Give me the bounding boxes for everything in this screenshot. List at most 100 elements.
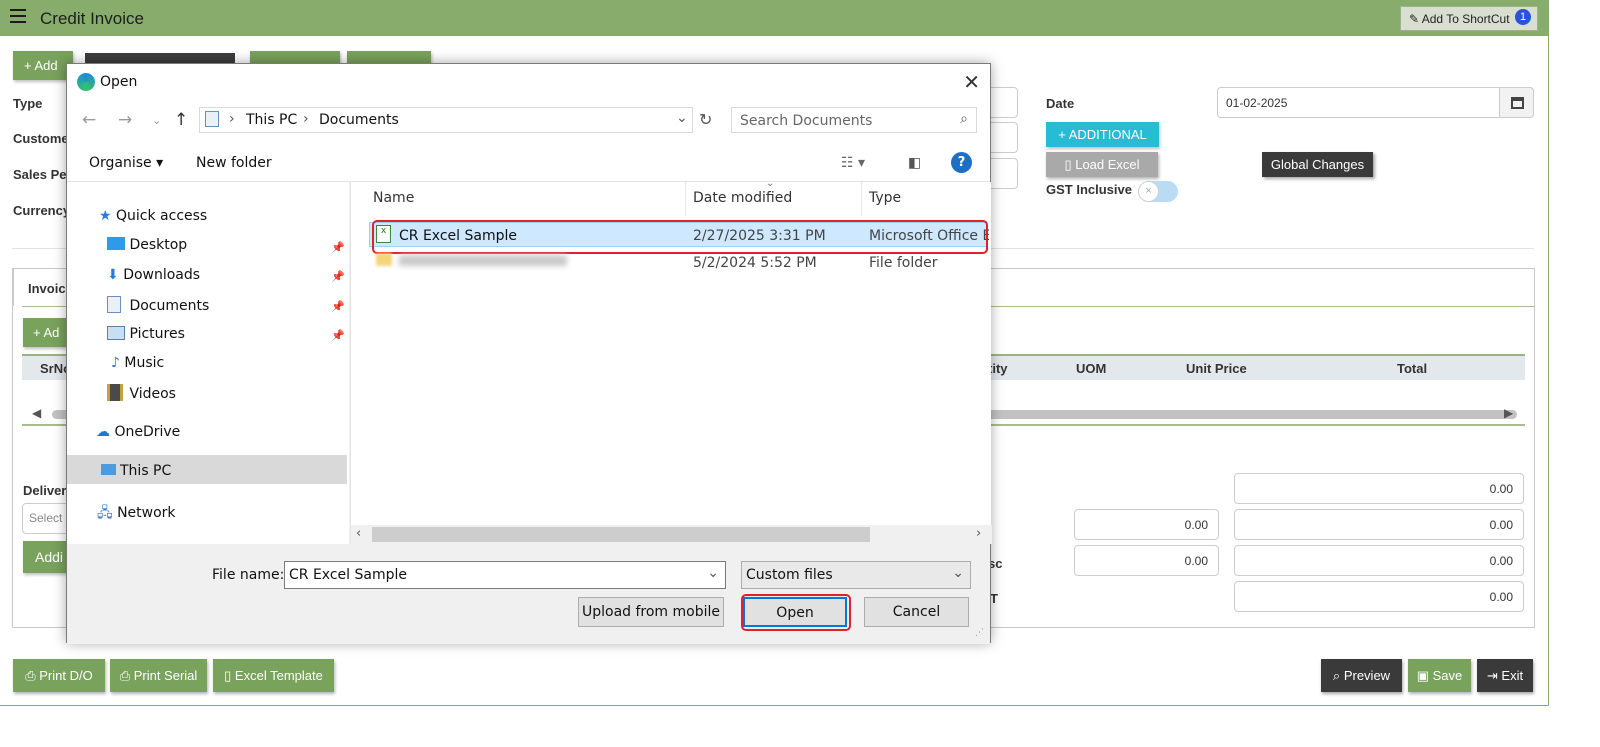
new-folder-button[interactable]: New folder bbox=[196, 155, 272, 171]
preview-button[interactable]: ⌕ Preview bbox=[1321, 659, 1402, 692]
tab-invoice[interactable]: Invoic bbox=[13, 268, 73, 306]
date-input[interactable]: 01-02-2025 bbox=[1217, 87, 1534, 118]
discount-percent-field[interactable]: 0.00 bbox=[1074, 509, 1219, 540]
file-list-scrollbar[interactable]: ‹ › bbox=[351, 525, 992, 544]
file-list-pane: Name ⌄ Date modified Type x CR Excel Sam… bbox=[350, 178, 992, 544]
help-icon[interactable]: ? bbox=[951, 152, 972, 173]
nav-pictures[interactable]: Pictures bbox=[107, 326, 185, 342]
search-icon: ⌕ bbox=[960, 111, 968, 127]
nav-music[interactable]: ♪ Music bbox=[111, 355, 164, 371]
calendar-icon[interactable] bbox=[1499, 87, 1534, 118]
cancel-button[interactable]: Cancel bbox=[864, 597, 969, 627]
refresh-icon[interactable]: ↻ bbox=[699, 110, 712, 129]
top-bar bbox=[0, 0, 1549, 36]
breadcrumb-separator-icon: › bbox=[303, 111, 309, 127]
print-serial-button[interactable]: ⎙ Print Serial bbox=[110, 659, 207, 692]
search-icon: ⌕ bbox=[1332, 668, 1344, 683]
gst-total-field[interactable]: 0.00 bbox=[1234, 581, 1524, 612]
nav-videos[interactable]: Videos bbox=[107, 384, 176, 402]
excel-template-button[interactable]: ▯ Excel Template bbox=[213, 659, 334, 692]
documents-folder-icon bbox=[205, 111, 219, 127]
preview-pane-icon[interactable]: ◧ bbox=[908, 155, 921, 171]
nav-documents[interactable]: Documents bbox=[107, 296, 209, 314]
view-options-icon[interactable]: ☷ ▾ bbox=[841, 155, 865, 171]
breadcrumb-documents[interactable]: Documents bbox=[319, 112, 399, 128]
nav-downloads[interactable]: ⬇ Downloads bbox=[107, 267, 200, 283]
print-do-button[interactable]: ⎙ Print D/O bbox=[13, 659, 105, 692]
scroll-right-icon[interactable]: ▶ bbox=[1504, 406, 1513, 420]
date-label: Date bbox=[1046, 96, 1075, 111]
scroll-left-icon[interactable]: ‹ bbox=[356, 526, 361, 541]
additional-button[interactable]: + ADDITIONAL bbox=[1046, 122, 1159, 147]
column-type[interactable]: Type bbox=[869, 190, 901, 206]
hamburger-menu-icon[interactable] bbox=[10, 9, 26, 27]
delivery-select[interactable]: Select bbox=[22, 503, 72, 534]
toolbar-button-partial-2[interactable] bbox=[347, 51, 431, 63]
gst-inclusive-toggle[interactable]: × bbox=[1138, 181, 1178, 202]
chevron-down-icon[interactable]: ⌄ bbox=[707, 565, 719, 581]
back-arrow-icon[interactable]: ← bbox=[82, 110, 96, 130]
organise-menu[interactable]: Organise ▾ bbox=[89, 155, 163, 171]
other-discount-total-field[interactable]: 0.00 bbox=[1234, 545, 1524, 576]
search-input[interactable]: Search Documents ⌕ bbox=[731, 107, 977, 133]
file-icon: ▯ bbox=[1064, 157, 1076, 172]
shortcut-label: Add To ShortCut bbox=[1421, 12, 1510, 26]
nav-onedrive[interactable]: ☁ OneDrive bbox=[96, 424, 180, 440]
col-unit-price: Unit Price bbox=[1186, 361, 1247, 376]
exit-button[interactable]: ⇥ Exit bbox=[1477, 659, 1533, 692]
scroll-right-icon[interactable]: › bbox=[976, 526, 981, 541]
global-changes-button[interactable]: Global Changes bbox=[1262, 152, 1373, 177]
toolbar-button-partial[interactable] bbox=[250, 51, 340, 63]
save-button[interactable]: ▣ Save bbox=[1408, 659, 1471, 692]
chevron-down-icon[interactable]: ⌄ bbox=[952, 565, 964, 581]
toggle-off-icon: × bbox=[1138, 181, 1159, 202]
printer-icon: ⎙ bbox=[25, 668, 40, 683]
shortcut-count-badge: 1 bbox=[1515, 9, 1531, 25]
address-bar[interactable]: › This PC › Documents ⌄ bbox=[199, 107, 693, 133]
column-date-modified[interactable]: Date modified bbox=[693, 190, 792, 206]
upload-from-mobile-button[interactable]: Upload from mobile bbox=[578, 597, 724, 627]
highlight-box bbox=[741, 594, 851, 631]
resize-grip-icon[interactable]: ⋰ bbox=[975, 628, 984, 638]
scroll-thumb[interactable] bbox=[372, 527, 870, 542]
up-arrow-icon[interactable]: ↑ bbox=[174, 110, 188, 130]
pin-icon[interactable]: 📌 bbox=[331, 241, 345, 254]
add-row-button[interactable]: + Ad bbox=[23, 318, 68, 347]
nav-network[interactable]: 🖧 Network bbox=[97, 502, 176, 526]
exit-icon: ⇥ bbox=[1486, 668, 1502, 683]
dialog-toolbar: Organise ▾ New folder ☷ ▾ ◧ ? bbox=[67, 144, 990, 182]
redacted-folder-name[interactable] bbox=[399, 255, 567, 266]
add-button[interactable]: + Add bbox=[13, 51, 73, 80]
load-excel-button[interactable]: ▯ Load Excel bbox=[1046, 152, 1158, 177]
folder-type: File folder bbox=[869, 255, 938, 271]
nav-quick-access[interactable]: ★ Quick access bbox=[99, 208, 207, 224]
scroll-left-icon[interactable]: ◀ bbox=[32, 406, 41, 420]
save-icon: ▣ bbox=[1416, 668, 1433, 683]
dialog-footer: File name: CR Excel Sample ⌄ Custom file… bbox=[67, 544, 990, 644]
close-icon[interactable]: ✕ bbox=[963, 70, 980, 94]
address-row: ← → ⌄ ↑ › This PC › Documents ⌄ ↻ Search… bbox=[67, 100, 990, 144]
address-dropdown-icon[interactable]: ⌄ bbox=[676, 110, 688, 126]
forward-arrow-icon[interactable]: → bbox=[118, 110, 132, 130]
column-name[interactable]: Name bbox=[373, 190, 414, 206]
add-to-shortcut-button[interactable]: ✎ Add To ShortCut 1 bbox=[1400, 6, 1538, 31]
nav-this-pc[interactable]: This PC bbox=[101, 463, 171, 479]
cloud-icon: ☁ bbox=[96, 424, 115, 440]
download-icon: ⬇ bbox=[107, 267, 124, 283]
nav-desktop[interactable]: Desktop bbox=[107, 237, 187, 253]
recent-dropdown-icon[interactable]: ⌄ bbox=[152, 114, 161, 127]
other-discount-field[interactable]: 0.00 bbox=[1074, 545, 1219, 576]
file-name-input[interactable]: CR Excel Sample ⌄ bbox=[284, 561, 726, 589]
pin-icon[interactable]: 📌 bbox=[331, 329, 345, 342]
discount-total-field[interactable]: 0.00 bbox=[1234, 509, 1524, 540]
pin-icon: ✎ bbox=[1409, 12, 1422, 26]
pin-icon[interactable]: 📌 bbox=[331, 270, 345, 283]
breadcrumb-this-pc[interactable]: This PC bbox=[246, 112, 297, 128]
file-type-select[interactable]: Custom files ⌄ bbox=[741, 561, 971, 589]
star-icon: ★ bbox=[99, 208, 117, 224]
music-icon: ♪ bbox=[111, 355, 125, 371]
file-icon: ▯ bbox=[224, 668, 235, 683]
pin-icon[interactable]: 📌 bbox=[331, 300, 345, 313]
subtotal-field[interactable]: 0.00 bbox=[1234, 473, 1524, 504]
column-separator bbox=[685, 182, 686, 216]
